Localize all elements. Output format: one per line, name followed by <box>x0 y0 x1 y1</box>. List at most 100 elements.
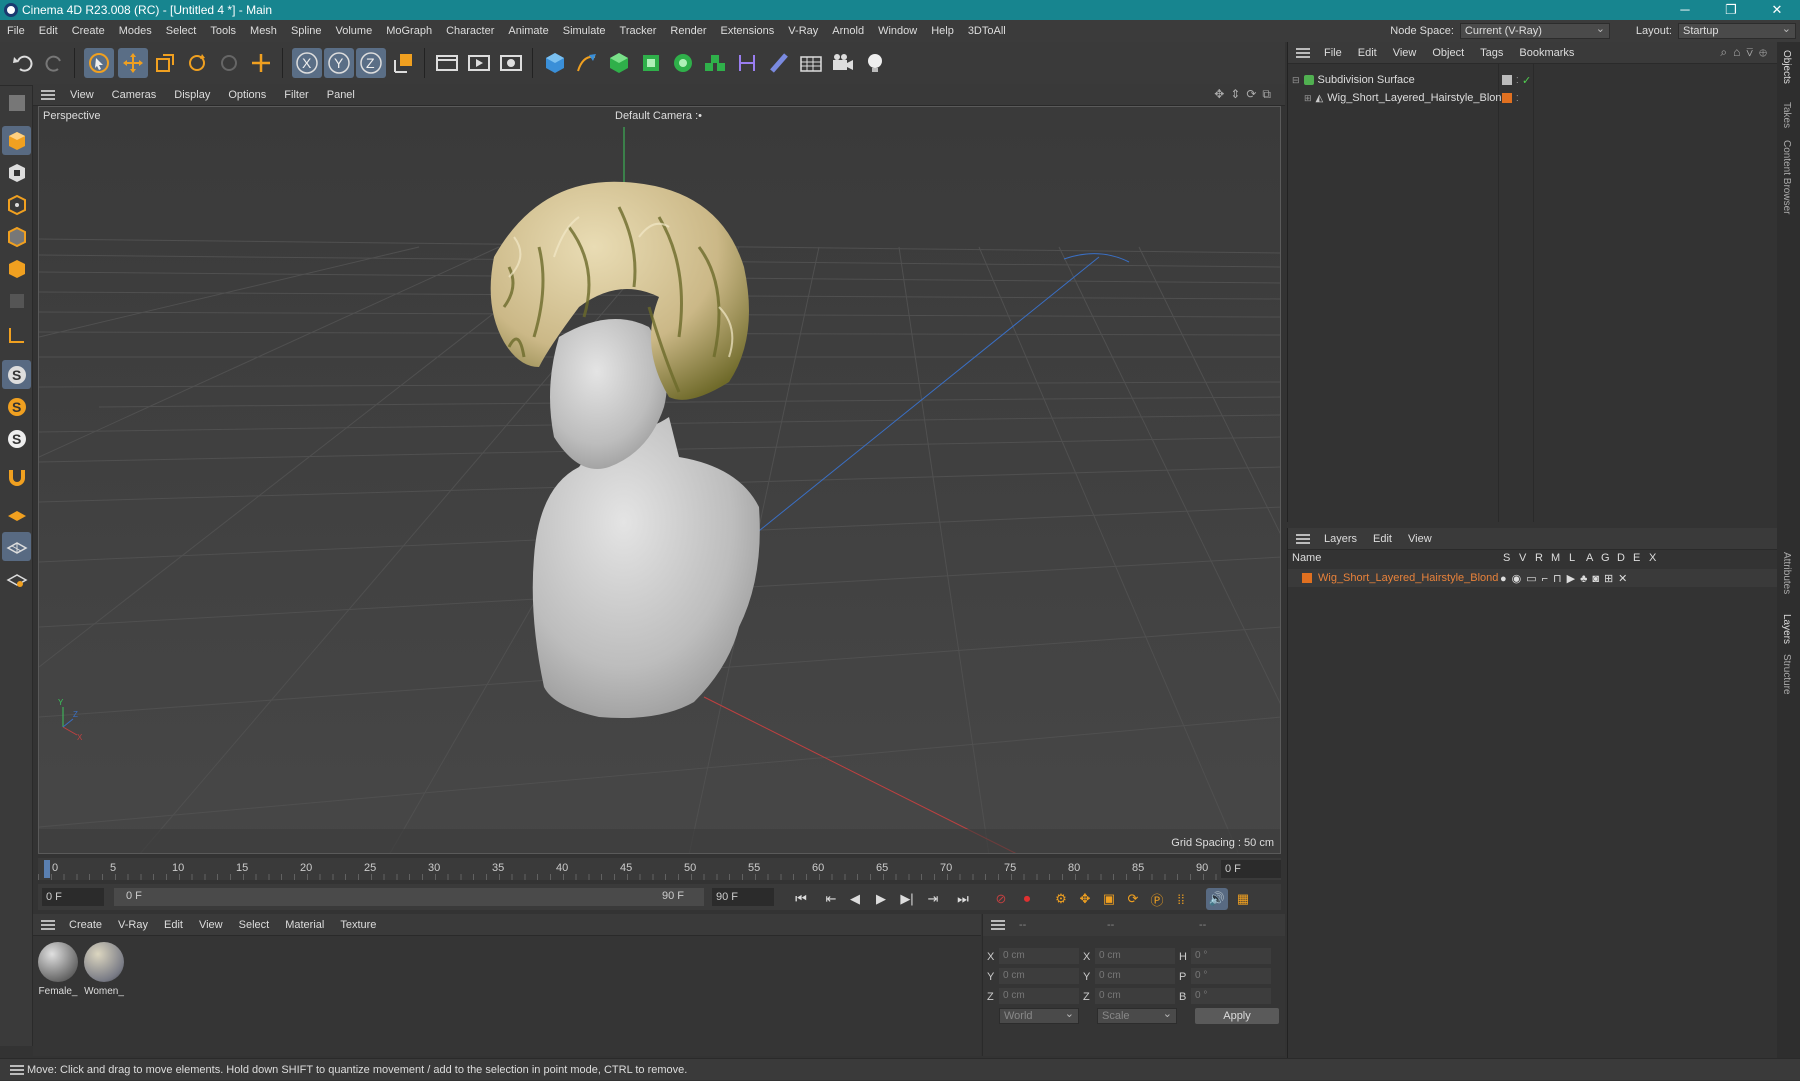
viewport-menu-filter[interactable]: Filter <box>275 89 317 101</box>
rotation-b-field[interactable]: 0 ° <box>1191 988 1271 1004</box>
rotate-tool-icon[interactable] <box>182 48 212 78</box>
viewport-menu-options[interactable]: Options <box>219 89 275 101</box>
menu-arnold[interactable]: Arnold <box>825 25 871 37</box>
size-z-field[interactable]: 0 cm <box>1095 988 1175 1004</box>
apply-button[interactable]: Apply <box>1195 1008 1279 1024</box>
tab-layers[interactable]: Layers <box>1781 614 1792 644</box>
visibility-dots-icon[interactable]: ⁚ <box>1516 76 1519 85</box>
expand-icon[interactable]: ⊟ <box>1292 75 1300 86</box>
material-menu-texture[interactable]: Texture <box>332 919 384 931</box>
go-to-start-icon[interactable]: ⏮ <box>790 888 812 910</box>
next-key-icon[interactable]: ⇥ <box>922 888 944 910</box>
end-frame-field[interactable]: 90 F <box>712 888 774 906</box>
texture-mode-icon[interactable] <box>2 158 31 187</box>
object-row-wig[interactable]: ⊞ ◭ Wig_Short_Layered_Hairstyle_Blond ⁚ <box>1288 89 1778 107</box>
layer-col-header[interactable]: M <box>1551 552 1560 564</box>
scale-tool-icon[interactable] <box>150 48 180 78</box>
snap-icon[interactable]: S <box>2 360 31 389</box>
layer-col-header[interactable]: D <box>1617 552 1625 564</box>
material-menu-material[interactable]: Material <box>277 919 332 931</box>
move-tool-icon[interactable] <box>118 48 148 78</box>
objects-menu-view[interactable]: View <box>1385 47 1425 59</box>
field-icon[interactable] <box>764 48 794 78</box>
locked-workplane-icon[interactable] <box>2 564 31 593</box>
menu-spline[interactable]: Spline <box>284 25 329 37</box>
timeline-ruler[interactable]: 0 5 10 15 20 25 30 35 40 45 50 55 60 65 … <box>38 858 1281 880</box>
live-selection-icon[interactable] <box>246 48 276 78</box>
objects-search-icon[interactable]: ⌕⌂⊽⊕ <box>1720 45 1773 60</box>
tab-content-browser[interactable]: Content Browser <box>1781 140 1792 214</box>
layer-col-header[interactable]: A <box>1586 552 1593 564</box>
layers-menu-edit[interactable]: Edit <box>1365 533 1400 545</box>
viewport-menu-view[interactable]: View <box>61 89 103 101</box>
layer-col-header[interactable]: X <box>1649 552 1656 564</box>
material-menu-vray[interactable]: V-Ray <box>110 919 156 931</box>
cloner-icon[interactable] <box>668 48 698 78</box>
layer-row[interactable]: Wig_Short_Layered_Hairstyle_Blond ●◉▭⌐⊓▶… <box>1288 569 1778 587</box>
size-y-field[interactable]: 0 cm <box>1095 968 1175 984</box>
viewport-hamburger-icon[interactable] <box>41 89 55 100</box>
layers-hamburger-icon[interactable] <box>1296 533 1310 544</box>
layer-color-swatch[interactable] <box>1502 93 1512 103</box>
keyframe-selection-icon[interactable]: ⚙ <box>1050 888 1072 910</box>
rotation-key-icon[interactable]: ⟳ <box>1122 888 1144 910</box>
layer-toggles-icon[interactable]: ●◉▭⌐⊓▶♣◙⊞✕ <box>1500 572 1632 585</box>
snap-settings-icon[interactable]: S <box>2 392 31 421</box>
layers-menu-view[interactable]: View <box>1400 533 1440 545</box>
menu-volume[interactable]: Volume <box>329 25 380 37</box>
point-mode-icon[interactable] <box>2 190 31 219</box>
objects-menu-bookmarks[interactable]: Bookmarks <box>1511 47 1582 59</box>
current-frame-field[interactable]: 0 F <box>1221 860 1281 878</box>
render-settings-icon[interactable] <box>496 48 526 78</box>
menu-select[interactable]: Select <box>159 25 204 37</box>
menu-character[interactable]: Character <box>439 25 501 37</box>
layer-col-header[interactable]: V <box>1519 552 1526 564</box>
material-menu-view[interactable]: View <box>191 919 231 931</box>
play-icon[interactable]: ▶ <box>870 888 892 910</box>
layer-col-header[interactable]: G <box>1601 552 1610 564</box>
edit-toggle-icon[interactable] <box>1502 75 1512 85</box>
scale-key-icon[interactable]: ▣ <box>1098 888 1120 910</box>
menu-render[interactable]: Render <box>663 25 713 37</box>
material-menu-create[interactable]: Create <box>61 919 110 931</box>
objects-menu-tags[interactable]: Tags <box>1472 47 1511 59</box>
position-key-icon[interactable]: ✥ <box>1074 888 1096 910</box>
workplane-icon[interactable] <box>2 500 31 529</box>
expand-icon[interactable]: ⊞ <box>1304 93 1312 104</box>
position-x-field[interactable]: 0 cm <box>999 948 1079 964</box>
extrude-generator-icon[interactable] <box>636 48 666 78</box>
size-x-field[interactable]: 0 cm <box>1095 948 1175 964</box>
world-dropdown[interactable]: World <box>999 1007 1079 1024</box>
tab-structure[interactable]: Structure <box>1781 654 1792 695</box>
deformer-icon[interactable] <box>732 48 762 78</box>
undo-icon[interactable] <box>8 48 38 78</box>
tab-attributes[interactable]: Attributes <box>1781 552 1792 594</box>
menu-modes[interactable]: Modes <box>112 25 159 37</box>
record-keys-icon[interactable]: ⊘ <box>990 888 1012 910</box>
range-slider[interactable]: 0 F 90 F <box>114 888 704 906</box>
menu-mesh[interactable]: Mesh <box>243 25 284 37</box>
layout-dropdown[interactable]: Startup <box>1678 22 1796 39</box>
layer-col-header[interactable]: S <box>1503 552 1510 564</box>
next-frame-icon[interactable]: ▶| <box>896 888 918 910</box>
rotation-h-field[interactable]: 0 ° <box>1191 948 1271 964</box>
model-mode-icon[interactable] <box>2 126 31 155</box>
objects-hamburger-icon[interactable] <box>1296 47 1310 58</box>
pen-spline-icon[interactable] <box>572 48 602 78</box>
menu-simulate[interactable]: Simulate <box>556 25 613 37</box>
scale-disabled-icon[interactable] <box>214 48 244 78</box>
material-menu-select[interactable]: Select <box>231 919 278 931</box>
perspective-viewport[interactable]: Y X Z Perspective Default Camera :• Grid… <box>38 106 1281 854</box>
layer-col-header[interactable]: R <box>1535 552 1543 564</box>
menu-window[interactable]: Window <box>871 25 924 37</box>
coords-hamburger-icon[interactable] <box>991 920 1005 930</box>
render-to-picture-viewer-icon[interactable] <box>464 48 494 78</box>
status-hamburger-icon[interactable] <box>10 1065 24 1075</box>
menu-help[interactable]: Help <box>924 25 961 37</box>
menu-edit[interactable]: Edit <box>32 25 65 37</box>
go-to-end-icon[interactable]: ⏭ <box>952 888 974 910</box>
grid-workplane-icon[interactable] <box>2 532 31 561</box>
material-swatch[interactable]: Female_ <box>37 942 79 997</box>
menu-animate[interactable]: Animate <box>501 25 555 37</box>
node-space-dropdown[interactable]: Current (V-Ray) <box>1459 22 1610 39</box>
